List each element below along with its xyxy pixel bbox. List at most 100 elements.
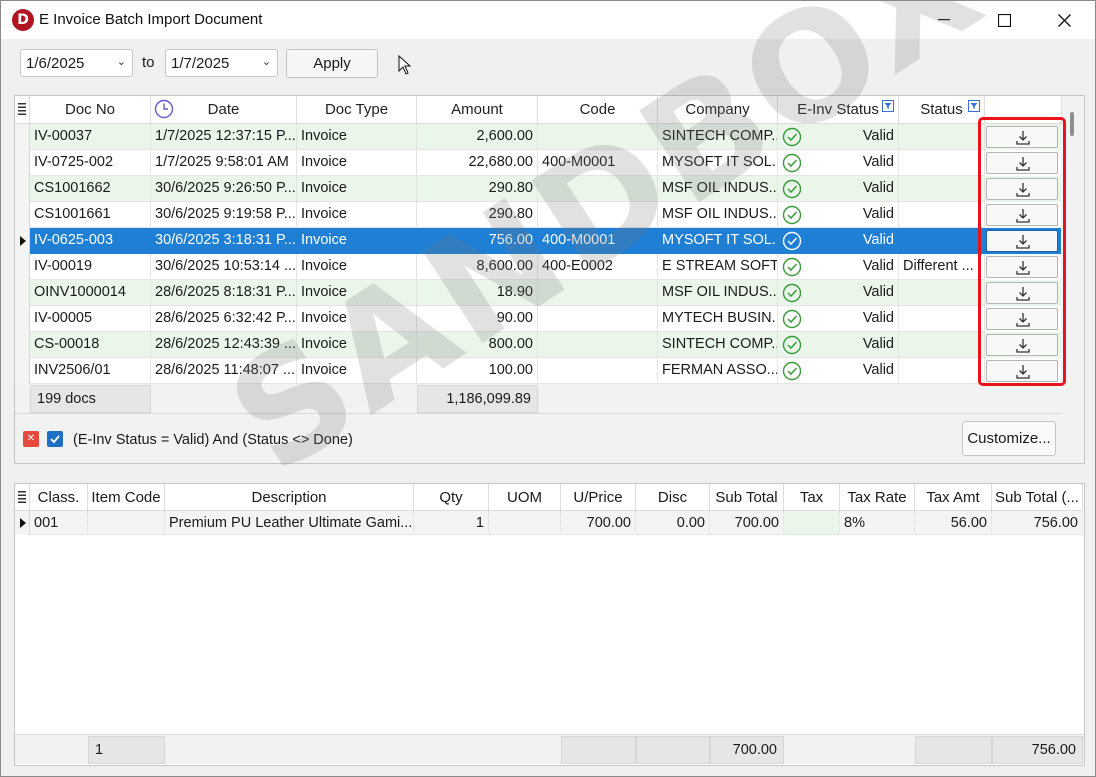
table-row[interactable]: IV-00005 28/6/2025 6:32:42 P... Invoice 90.… bbox=[15, 306, 1061, 332]
column-header-status[interactable]: Status bbox=[899, 96, 985, 124]
table-row[interactable]: IV-0625-003 30/6/2025 3:18:31 P... Invoice… bbox=[15, 228, 1061, 254]
column-header-tax-rate[interactable]: Tax Rate bbox=[840, 484, 915, 511]
clock-icon bbox=[154, 99, 174, 119]
detail-cell-sub-total: 700.00 bbox=[710, 511, 784, 535]
column-header-doc-no[interactable]: Doc No bbox=[30, 96, 151, 124]
cell-date: 30/6/2025 10:53:14 ... bbox=[151, 254, 297, 280]
date-to-select[interactable]: 1/7/2025 ⌄ bbox=[165, 49, 278, 77]
table-row[interactable]: IV-00019 30/6/2025 10:53:14 ... Invoice 8,6… bbox=[15, 254, 1061, 280]
cell-doc-no: CS-00018 bbox=[30, 332, 151, 358]
table-row[interactable]: OINV1000014 28/6/2025 8:18:31 P... Invoice… bbox=[15, 280, 1061, 306]
column-header-uom[interactable]: UOM bbox=[489, 484, 561, 511]
valid-check-icon bbox=[782, 153, 802, 173]
column-header-date[interactable]: Date bbox=[151, 96, 297, 124]
filter-enabled-checkbox[interactable] bbox=[47, 431, 63, 447]
cell-status bbox=[899, 306, 985, 332]
cell-doc-no: CS1001662 bbox=[30, 176, 151, 202]
table-row[interactable]: INV2506/01 28/6/2025 11:48:07 ... Invoice 1… bbox=[15, 358, 1061, 384]
cell-status bbox=[899, 358, 985, 384]
clear-filter-button[interactable]: ✕ bbox=[23, 431, 39, 447]
minimize-button[interactable] bbox=[915, 1, 973, 39]
column-header-doc-type[interactable]: Doc Type bbox=[297, 96, 417, 124]
column-header-item-code[interactable]: Item Code bbox=[88, 484, 165, 511]
footer-empty-uprice bbox=[561, 736, 636, 764]
cell-doc-type: Invoice bbox=[297, 306, 417, 332]
detail-row[interactable]: 001 Premium PU Leather Ultimate Gami... 1 7… bbox=[15, 511, 1083, 535]
cell-doc-type: Invoice bbox=[297, 202, 417, 228]
detail-cell-description: Premium PU Leather Ultimate Gami... bbox=[165, 511, 414, 535]
detail-cell-class: 001 bbox=[30, 511, 88, 535]
cell-amount: 90.00 bbox=[417, 306, 538, 332]
close-button[interactable] bbox=[1035, 1, 1093, 39]
column-header-sub-total-incl[interactable]: Sub Total (... bbox=[992, 484, 1083, 511]
table-row[interactable]: CS-00018 28/6/2025 12:43:39 ... Invoice 800… bbox=[15, 332, 1061, 358]
cell-status bbox=[899, 150, 985, 176]
filter-expression[interactable]: (E-Inv Status = Valid) And (Status <> Do… bbox=[73, 432, 353, 448]
cell-code bbox=[538, 202, 658, 228]
column-header-einv-status-label: E-Inv Status bbox=[797, 101, 879, 118]
cell-company: MSF OIL INDUS... bbox=[658, 202, 778, 228]
cell-doc-no: INV2506/01 bbox=[30, 358, 151, 384]
grid-menu-icon bbox=[18, 491, 26, 503]
column-header-uprice[interactable]: U/Price bbox=[561, 484, 636, 511]
row-indicator bbox=[15, 306, 30, 332]
valid-check-icon bbox=[782, 179, 802, 199]
cell-code bbox=[538, 358, 658, 384]
documents-grid-footer: 199 docs 1,186,099.89 bbox=[15, 384, 1062, 414]
column-header-description[interactable]: Description bbox=[165, 484, 414, 511]
valid-check-icon bbox=[782, 283, 802, 303]
doc-count: 199 docs bbox=[30, 385, 151, 413]
grid-menu-icon bbox=[18, 103, 26, 115]
grid-menu-header[interactable] bbox=[15, 96, 30, 124]
minimize-icon bbox=[938, 19, 950, 21]
valid-check-icon bbox=[782, 257, 802, 277]
valid-check-icon bbox=[778, 358, 808, 384]
column-header-status-label: Status bbox=[920, 101, 963, 118]
table-row[interactable]: IV-00037 1/7/2025 12:37:15 P... Invoice 2,6… bbox=[15, 124, 1061, 150]
detail-grid-menu-header[interactable] bbox=[15, 484, 30, 511]
table-row[interactable]: CS1001662 30/6/2025 9:26:50 P... Invoice 29… bbox=[15, 176, 1061, 202]
cell-company: SINTECH COMP... bbox=[658, 124, 778, 150]
customize-button[interactable]: Customize... bbox=[962, 421, 1056, 456]
column-header-sub-total[interactable]: Sub Total bbox=[710, 484, 784, 511]
cell-status bbox=[899, 332, 985, 358]
column-header-qty[interactable]: Qty bbox=[414, 484, 489, 511]
date-from-select[interactable]: 1/6/2025 ⌄ bbox=[20, 49, 133, 77]
column-header-tax[interactable]: Tax bbox=[784, 484, 840, 511]
maximize-button[interactable] bbox=[975, 1, 1033, 39]
valid-check-icon bbox=[782, 231, 802, 251]
column-header-amount[interactable]: Amount bbox=[417, 96, 538, 124]
apply-button[interactable]: Apply bbox=[286, 49, 378, 78]
cell-code bbox=[538, 332, 658, 358]
table-row[interactable]: CS1001661 30/6/2025 9:19:58 P... Invoice 29… bbox=[15, 202, 1061, 228]
filter-icon[interactable] bbox=[968, 100, 980, 112]
cell-company: FERMAN ASSO... bbox=[658, 358, 778, 384]
filter-icon[interactable] bbox=[882, 100, 894, 112]
column-header-date-label: Date bbox=[207, 101, 240, 118]
valid-check-icon bbox=[782, 127, 802, 147]
detail-cell-tax bbox=[784, 511, 840, 535]
cell-doc-type: Invoice bbox=[297, 228, 417, 254]
cell-doc-type: Invoice bbox=[297, 280, 417, 306]
column-header-company[interactable]: Company bbox=[658, 96, 778, 124]
table-row[interactable]: IV-0725-002 1/7/2025 9:58:01 AM Invoice 22,… bbox=[15, 150, 1061, 176]
cell-code bbox=[538, 306, 658, 332]
cell-doc-type: Invoice bbox=[297, 150, 417, 176]
cell-amount: 290.80 bbox=[417, 176, 538, 202]
detail-cell-uom bbox=[489, 511, 561, 535]
detail-cell-tax-amt: 56.00 bbox=[915, 511, 992, 535]
column-header-einv-status[interactable]: E-Inv Status bbox=[778, 96, 899, 124]
date-to-value: 1/7/2025 bbox=[171, 55, 230, 72]
download-buttons-highlight bbox=[978, 117, 1066, 386]
column-header-tax-amt[interactable]: Tax Amt bbox=[915, 484, 992, 511]
column-header-disc[interactable]: Disc bbox=[636, 484, 710, 511]
vertical-scrollbar-thumb[interactable] bbox=[1070, 112, 1074, 136]
date-from-value: 1/6/2025 bbox=[26, 55, 85, 72]
cell-doc-type: Invoice bbox=[297, 358, 417, 384]
footer-empty-disc bbox=[636, 736, 710, 764]
cell-company: MYSOFT IT SOL... bbox=[658, 228, 778, 254]
cell-date: 28/6/2025 11:48:07 ... bbox=[151, 358, 297, 384]
column-header-class[interactable]: Class. bbox=[30, 484, 88, 511]
column-header-code[interactable]: Code bbox=[538, 96, 658, 124]
row-indicator bbox=[15, 150, 30, 176]
